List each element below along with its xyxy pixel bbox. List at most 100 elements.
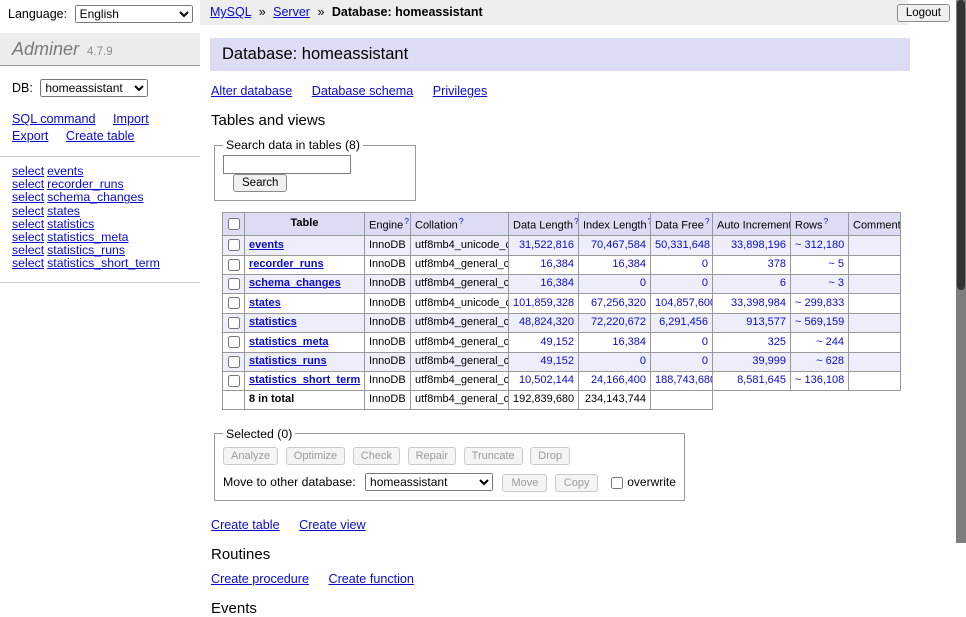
db-select[interactable]: homeassistant xyxy=(40,79,148,97)
help-icon[interactable]: ? xyxy=(459,216,464,226)
table-structure-link[interactable]: statistics_meta xyxy=(249,336,329,348)
table-name-link[interactable]: states xyxy=(47,204,80,218)
table-name-link[interactable]: events xyxy=(47,164,83,178)
table-name-link[interactable]: statistics xyxy=(47,217,94,231)
index-length-link[interactable]: 72,220,672 xyxy=(591,316,646,328)
table-structure-link[interactable]: statistics_short_term xyxy=(249,374,360,386)
table-name-link[interactable]: statistics_runs xyxy=(47,243,125,257)
data-length-link[interactable]: 101,859,328 xyxy=(513,297,574,309)
analyze-button[interactable]: Analyze xyxy=(223,447,278,465)
data-free-link[interactable]: 0 xyxy=(702,336,708,348)
table-select-link[interactable]: select xyxy=(12,190,44,204)
sidebar-link-export[interactable]: Export xyxy=(12,129,48,143)
breadcrumb-link-mysql[interactable]: MySQL xyxy=(210,5,251,19)
rows-link[interactable]: ~ 244 xyxy=(816,336,844,348)
table-name-link[interactable]: statistics_short_term xyxy=(47,256,160,270)
auto-increment-link[interactable]: 325 xyxy=(768,336,786,348)
row-checkbox[interactable] xyxy=(228,239,240,251)
data-length-link[interactable]: 10,502,144 xyxy=(519,374,574,386)
rows-link[interactable]: ~ 5 xyxy=(828,258,844,270)
column-header-data-length[interactable]: Data Length? xyxy=(509,213,579,236)
select-all-checkbox[interactable] xyxy=(228,218,240,230)
column-header-table[interactable]: Table xyxy=(245,213,365,236)
table-structure-link[interactable]: schema_changes xyxy=(249,277,341,289)
table-select-link[interactable]: select xyxy=(12,204,44,218)
optimize-button[interactable]: Optimize xyxy=(286,447,345,465)
index-length-link[interactable]: 70,467,584 xyxy=(591,239,646,251)
index-length-link[interactable]: 24,166,400 xyxy=(591,374,646,386)
privileges-link[interactable]: Privileges xyxy=(433,84,488,98)
table-structure-link[interactable]: states xyxy=(249,297,281,309)
sidebar-link-sql-command[interactable]: SQL command xyxy=(12,112,96,126)
create-table-link[interactable]: Create table xyxy=(211,518,280,532)
index-length-link[interactable]: 67,256,320 xyxy=(591,297,646,309)
data-free-link[interactable]: 104,857,600 xyxy=(655,297,713,309)
data-free-link[interactable]: 0 xyxy=(702,277,708,289)
rows-link[interactable]: ~ 628 xyxy=(816,355,844,367)
data-length-link[interactable]: 16,384 xyxy=(540,258,574,270)
table-select-link[interactable]: select xyxy=(12,230,44,244)
drop-button[interactable]: Drop xyxy=(530,447,570,465)
help-icon[interactable]: ? xyxy=(574,216,579,226)
row-checkbox[interactable] xyxy=(228,336,240,348)
auto-increment-link[interactable]: 39,999 xyxy=(752,355,786,367)
column-header-data-free[interactable]: Data Free? xyxy=(651,213,713,236)
scrollbar-thumb[interactable] xyxy=(957,0,965,290)
row-checkbox[interactable] xyxy=(228,317,240,329)
table-structure-link[interactable]: events xyxy=(249,239,284,251)
data-length-link[interactable]: 31,522,816 xyxy=(519,239,574,251)
alter-database-link[interactable]: Alter database xyxy=(211,84,292,98)
data-length-link[interactable]: 49,152 xyxy=(540,355,574,367)
data-free-link[interactable]: 6,291,456 xyxy=(659,316,708,328)
move-db-select[interactable]: homeassistant xyxy=(365,473,493,491)
table-select-link[interactable]: select xyxy=(12,256,44,270)
auto-increment-link[interactable]: 378 xyxy=(768,258,786,270)
data-free-link[interactable]: 50,331,648 xyxy=(655,239,710,251)
rows-link[interactable]: ~ 136,108 xyxy=(795,374,844,386)
index-length-link[interactable]: 16,384 xyxy=(612,336,646,348)
data-length-link[interactable]: 16,384 xyxy=(540,277,574,289)
move-button[interactable]: Move xyxy=(502,474,547,492)
column-header-engine[interactable]: Engine? xyxy=(365,213,411,236)
table-structure-link[interactable]: statistics xyxy=(249,316,297,328)
row-checkbox[interactable] xyxy=(228,259,240,271)
overwrite-checkbox[interactable] xyxy=(611,477,623,489)
table-select-link[interactable]: select xyxy=(12,243,44,257)
help-icon[interactable]: ? xyxy=(705,216,710,226)
row-checkbox[interactable] xyxy=(228,356,240,368)
table-name-link[interactable]: schema_changes xyxy=(47,190,143,204)
column-header-collation[interactable]: Collation? xyxy=(411,213,509,236)
data-length-link[interactable]: 48,824,320 xyxy=(519,316,574,328)
column-header-rows[interactable]: Rows? xyxy=(791,213,849,236)
vertical-scrollbar[interactable] xyxy=(956,0,966,543)
row-checkbox[interactable] xyxy=(228,278,240,290)
help-icon[interactable]: ? xyxy=(824,216,829,226)
check-button[interactable]: Check xyxy=(353,447,400,465)
data-free-link[interactable]: 188,743,680 xyxy=(655,374,713,386)
create-procedure-link[interactable]: Create procedure xyxy=(211,572,309,586)
create-function-link[interactable]: Create function xyxy=(329,572,414,586)
column-header-index-length[interactable]: Index Length? xyxy=(579,213,651,236)
rows-link[interactable]: ~ 569,159 xyxy=(795,316,844,328)
index-length-link[interactable]: 16,384 xyxy=(612,258,646,270)
adminer-brand[interactable]: Adminer xyxy=(12,39,79,59)
rows-link[interactable]: ~ 299,833 xyxy=(795,297,844,309)
database-schema-link[interactable]: Database schema xyxy=(312,84,414,98)
logout-button[interactable]: Logout xyxy=(897,4,950,22)
table-name-link[interactable]: statistics_meta xyxy=(47,230,128,244)
copy-button[interactable]: Copy xyxy=(555,474,599,492)
table-name-link[interactable]: recorder_runs xyxy=(47,177,124,191)
sidebar-link-import[interactable]: Import xyxy=(113,112,149,126)
data-free-link[interactable]: 0 xyxy=(702,355,708,367)
table-select-link[interactable]: select xyxy=(12,177,44,191)
help-icon[interactable]: ? xyxy=(404,216,409,226)
row-checkbox[interactable] xyxy=(228,375,240,387)
row-checkbox[interactable] xyxy=(228,297,240,309)
table-select-link[interactable]: select xyxy=(12,217,44,231)
data-free-link[interactable]: 0 xyxy=(702,258,708,270)
rows-link[interactable]: ~ 3 xyxy=(828,277,844,289)
index-length-link[interactable]: 0 xyxy=(640,277,646,289)
auto-increment-link[interactable]: 6 xyxy=(780,277,786,289)
language-select[interactable]: English xyxy=(75,5,193,23)
auto-increment-link[interactable]: 8,581,645 xyxy=(737,374,786,386)
